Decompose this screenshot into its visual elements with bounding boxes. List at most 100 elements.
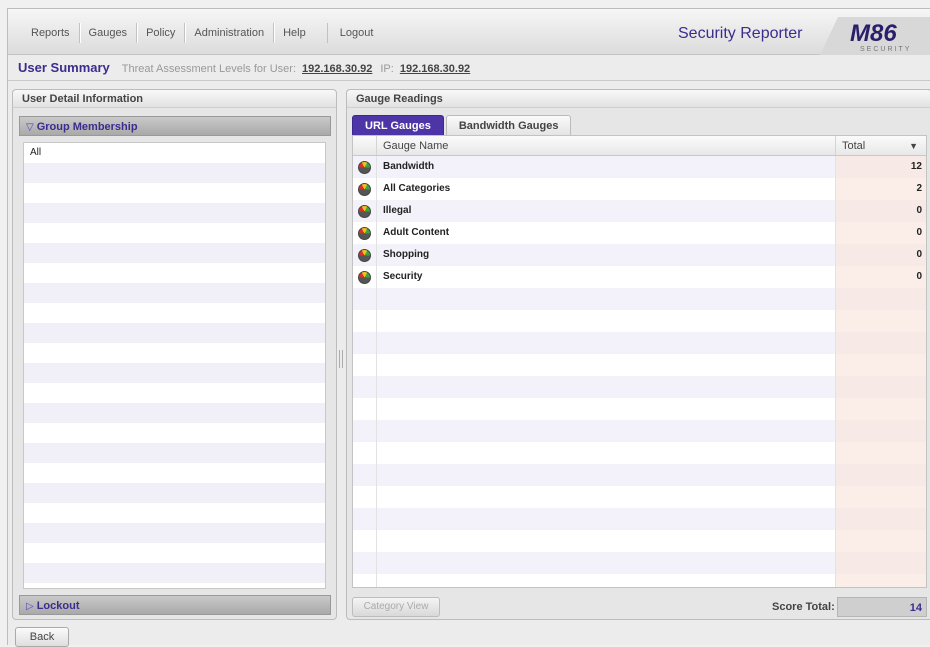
gauge-row[interactable]: All Categories 2 bbox=[353, 178, 926, 200]
gauge-total-cell bbox=[836, 552, 926, 574]
nav-item-policy[interactable]: Policy bbox=[137, 23, 186, 43]
gauge-icon-cell bbox=[353, 244, 377, 266]
gauge-icon-cell bbox=[353, 420, 377, 442]
group-list-empty-row bbox=[24, 463, 325, 483]
group-membership-header[interactable]: ▽ Group Membership bbox=[19, 116, 331, 136]
gauge-icon[interactable] bbox=[358, 204, 371, 218]
gauge-total-cell bbox=[836, 398, 926, 420]
gauge-total-cell bbox=[836, 508, 926, 530]
tab-url-gauges[interactable]: URL Gauges bbox=[352, 115, 444, 135]
group-list-empty-row bbox=[24, 563, 325, 583]
nav-item-administration[interactable]: Administration bbox=[185, 23, 275, 43]
gauge-empty-row bbox=[353, 530, 926, 552]
group-list-empty-row bbox=[24, 383, 325, 403]
gauge-name-cell bbox=[377, 310, 836, 332]
gauge-icon[interactable] bbox=[358, 160, 371, 174]
group-list-item[interactable]: All bbox=[24, 143, 325, 163]
nav-item-help[interactable]: Help bbox=[274, 23, 315, 43]
group-list-empty-row bbox=[24, 423, 325, 443]
gauge-total-cell bbox=[836, 332, 926, 354]
user-link[interactable]: 192.168.30.92 bbox=[302, 63, 372, 75]
gauge-icon-cell bbox=[353, 288, 377, 310]
gauge-empty-row bbox=[353, 464, 926, 486]
total-column-label: Total bbox=[842, 140, 866, 152]
logo-text: M86 bbox=[850, 20, 897, 47]
gauge-icon-cell bbox=[353, 310, 377, 332]
gauge-total-cell: 0 bbox=[836, 266, 926, 288]
gauge-total-cell bbox=[836, 288, 926, 310]
ip-label: IP: bbox=[380, 63, 394, 75]
group-list-empty-row bbox=[24, 503, 325, 523]
gauge-empty-row bbox=[353, 486, 926, 508]
gauge-icon-cell bbox=[353, 508, 377, 530]
panel-splitter-handle[interactable] bbox=[339, 350, 343, 368]
gauge-row[interactable]: Bandwidth 12 bbox=[353, 156, 926, 178]
gauge-icon-cell bbox=[353, 266, 377, 288]
gauge-icon-cell bbox=[353, 442, 377, 464]
group-list-empty-row bbox=[24, 163, 325, 183]
gauge-name-cell bbox=[377, 574, 836, 587]
gauge-empty-row bbox=[353, 288, 926, 310]
gauge-icon-cell bbox=[353, 332, 377, 354]
gauge-row[interactable]: Security 0 bbox=[353, 266, 926, 288]
tab-bandwidth-gauges[interactable]: Bandwidth Gauges bbox=[445, 115, 572, 135]
m86-logo: M86 SECURITY bbox=[820, 17, 930, 55]
group-list-empty-row bbox=[24, 443, 325, 463]
grid-body: Bandwidth 12 All Categories 2 Illegal 0 Adult … bbox=[353, 156, 926, 587]
gauge-icon-cell bbox=[353, 530, 377, 552]
gauge-name-cell bbox=[377, 332, 836, 354]
gauge-icon[interactable] bbox=[358, 270, 371, 284]
gauge-row[interactable]: Illegal 0 bbox=[353, 200, 926, 222]
ip-link[interactable]: 192.168.30.92 bbox=[400, 63, 470, 75]
gauge-name-cell bbox=[377, 508, 836, 530]
back-button[interactable]: Back bbox=[15, 627, 69, 647]
gauge-total-cell bbox=[836, 530, 926, 552]
gauge-name-cell: Shopping bbox=[377, 244, 836, 266]
gauge-name-cell bbox=[377, 464, 836, 486]
group-list-empty-row bbox=[24, 343, 325, 363]
group-list-empty-row bbox=[24, 183, 325, 203]
group-list-empty-row bbox=[24, 523, 325, 543]
lockout-header[interactable]: ▷ Lockout bbox=[19, 595, 331, 615]
gauge-name-cell: Adult Content bbox=[377, 222, 836, 244]
gauge-icon[interactable] bbox=[358, 182, 371, 196]
gauge-total-cell bbox=[836, 464, 926, 486]
gauge-total-cell bbox=[836, 486, 926, 508]
gauge-icon[interactable] bbox=[358, 248, 371, 262]
nav-item-gauges[interactable]: Gauges bbox=[80, 23, 138, 43]
group-list-empty-row bbox=[24, 283, 325, 303]
nav-item-logout[interactable]: Logout bbox=[326, 23, 383, 43]
gauge-icon[interactable] bbox=[358, 226, 371, 240]
gauge-name-cell: Illegal bbox=[377, 200, 836, 222]
app-title: Security Reporter bbox=[678, 25, 803, 42]
gauge-total-cell: 0 bbox=[836, 244, 926, 266]
gauge-empty-row bbox=[353, 376, 926, 398]
total-column-header[interactable]: Total ▼ bbox=[836, 136, 926, 155]
gauge-icon-cell bbox=[353, 552, 377, 574]
lockout-label: Lockout bbox=[36, 600, 80, 612]
icon-column-header bbox=[353, 136, 377, 155]
sort-desc-icon[interactable]: ▼ bbox=[909, 136, 918, 156]
gauge-row[interactable]: Adult Content 0 bbox=[353, 222, 926, 244]
gauge-name-cell bbox=[377, 398, 836, 420]
gauge-name-cell bbox=[377, 442, 836, 464]
gauge-name-cell: Bandwidth bbox=[377, 156, 836, 178]
gauge-empty-row bbox=[353, 508, 926, 530]
score-total-label: Score Total: bbox=[772, 601, 835, 613]
gauge-row[interactable]: Shopping 0 bbox=[353, 244, 926, 266]
gauge-name-cell bbox=[377, 530, 836, 552]
gauge-name-cell bbox=[377, 288, 836, 310]
gauge-empty-row bbox=[353, 332, 926, 354]
group-list-empty-row bbox=[24, 543, 325, 563]
gauge-icon-cell bbox=[353, 354, 377, 376]
nav-item-reports[interactable]: Reports bbox=[22, 23, 80, 43]
header-divider bbox=[8, 80, 930, 81]
grid-header: Gauge Name Total ▼ bbox=[353, 136, 926, 156]
group-list-empty-row bbox=[24, 363, 325, 383]
gauge-name-cell: Security bbox=[377, 266, 836, 288]
score-total-value: 14 bbox=[837, 597, 927, 617]
category-view-button[interactable]: Category View bbox=[352, 597, 440, 617]
expand-triangle-icon: ▷ bbox=[26, 601, 34, 612]
gauge-name-column-header[interactable]: Gauge Name bbox=[377, 136, 836, 155]
group-list-empty-row bbox=[24, 303, 325, 323]
